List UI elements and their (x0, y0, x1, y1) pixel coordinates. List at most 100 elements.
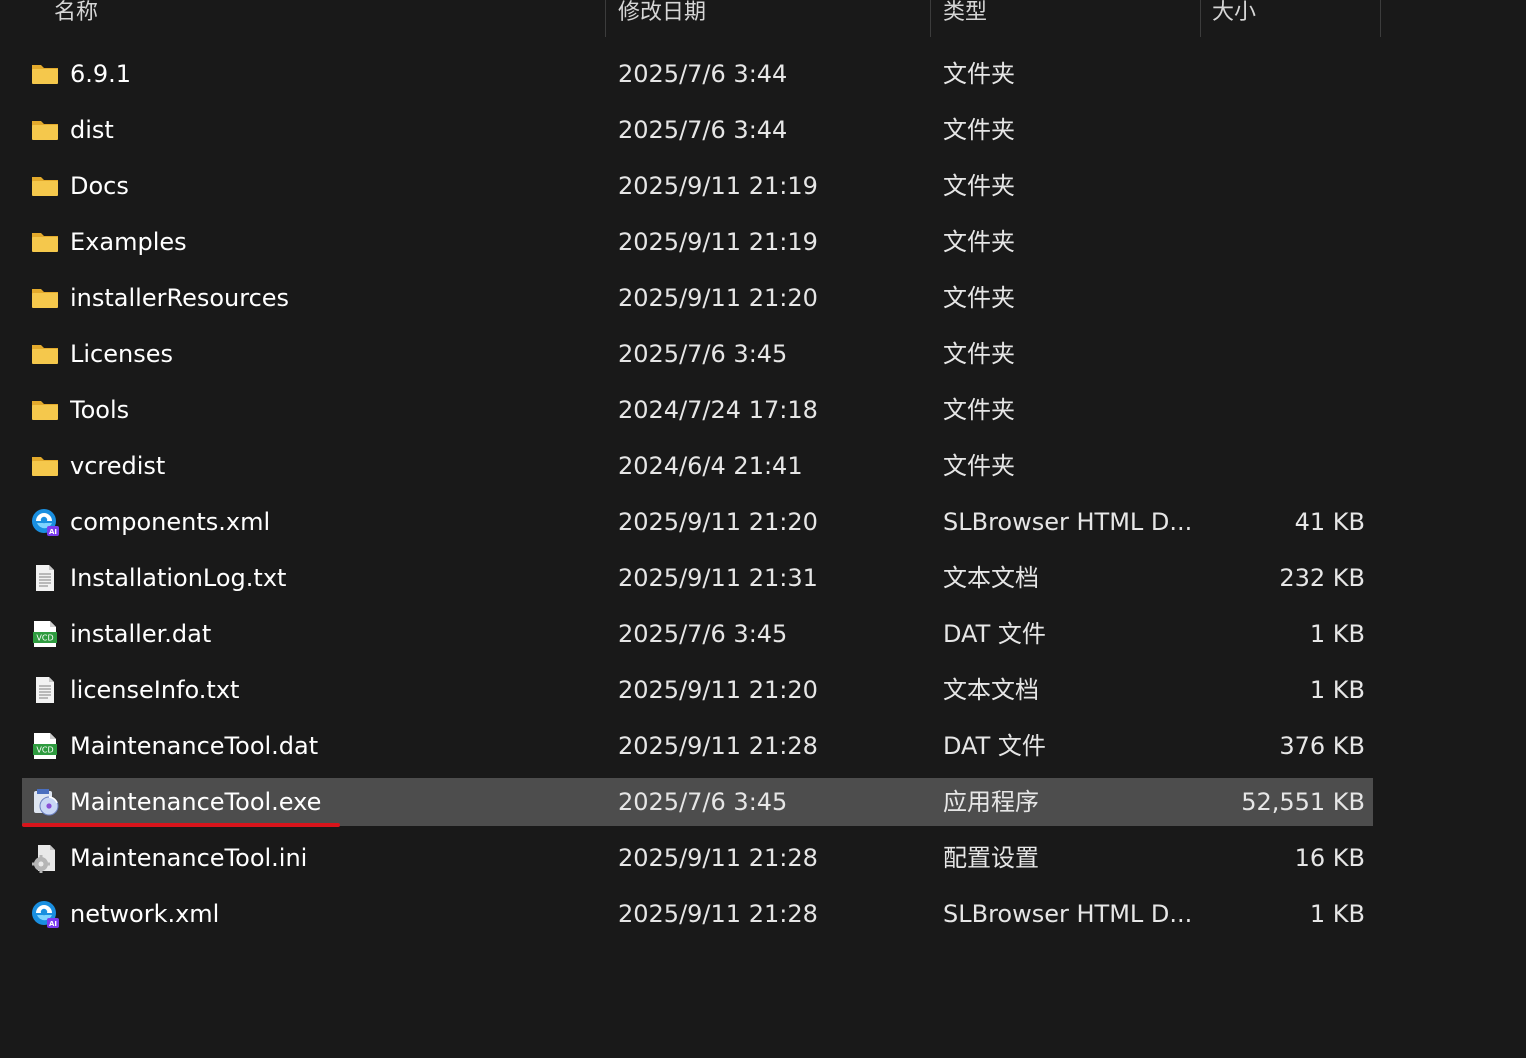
file-name: components.xml (70, 508, 271, 536)
column-header-type[interactable]: 类型 (943, 0, 1193, 36)
file-name: Docs (70, 172, 129, 200)
file-name: 6.9.1 (70, 60, 132, 88)
vcd-file-icon: VCD (30, 722, 62, 770)
file-name: MaintenanceTool.exe (70, 788, 322, 816)
svg-text:AI: AI (49, 528, 57, 536)
file-name: Licenses (70, 340, 173, 368)
file-type: DAT 文件 (943, 732, 1046, 760)
folder-icon (30, 330, 62, 378)
column-divider[interactable] (930, 0, 931, 37)
file-size (1202, 442, 1365, 490)
column-header-size[interactable]: 大小 (1212, 0, 1372, 36)
file-date: 2025/7/6 3:44 (618, 116, 788, 144)
file-row[interactable]: AI components.xml 2025/9/11 21:20 SLBrow… (22, 498, 1373, 546)
file-date: 2025/9/11 21:20 (618, 676, 818, 704)
file-date: 2025/9/11 21:19 (618, 228, 818, 256)
svg-text:VCD: VCD (36, 746, 53, 755)
folder-icon (30, 162, 62, 210)
file-type: DAT 文件 (943, 620, 1046, 648)
file-type: 文件夹 (943, 396, 1015, 424)
file-row[interactable]: licenseInfo.txt 2025/9/11 21:20 文本文档 1 K… (22, 666, 1373, 714)
file-type: SLBrowser HTML D... (943, 508, 1193, 536)
file-size: 16 KB (1294, 844, 1365, 872)
file-name: Examples (70, 228, 187, 256)
file-row[interactable]: installerResources 2025/9/11 21:20 文件夹 (22, 274, 1373, 322)
browser-html-icon: AI (30, 890, 62, 938)
file-type: 文件夹 (943, 228, 1015, 256)
column-header-date[interactable]: 修改日期 (618, 0, 918, 36)
file-date: 2025/7/6 3:45 (618, 340, 788, 368)
file-date: 2025/9/11 21:19 (618, 172, 818, 200)
file-size (1202, 386, 1365, 434)
file-type: 文件夹 (943, 284, 1015, 312)
file-date: 2025/9/11 21:20 (618, 508, 818, 536)
file-date: 2024/7/24 17:18 (618, 396, 818, 424)
column-divider[interactable] (1200, 0, 1201, 37)
file-row[interactable]: vcredist 2024/6/4 21:41 文件夹 (22, 442, 1373, 490)
file-size (1202, 106, 1365, 154)
file-row[interactable]: Examples 2025/9/11 21:19 文件夹 (22, 218, 1373, 266)
file-row-selected[interactable]: MaintenanceTool.exe 2025/7/6 3:45 应用程序 5… (22, 778, 1373, 827)
file-size: 1 KB (1309, 676, 1365, 704)
vcd-file-icon: VCD (30, 610, 62, 658)
file-date: 2024/6/4 21:41 (618, 452, 803, 480)
svg-text:VCD: VCD (36, 634, 53, 643)
file-row[interactable]: 6.9.1 2025/7/6 3:44 文件夹 (22, 50, 1373, 98)
svg-text:AI: AI (49, 920, 57, 928)
file-name: Tools (70, 396, 130, 424)
text-file-icon (30, 554, 62, 602)
text-file-icon (30, 666, 62, 714)
file-size: 52,551 KB (1241, 788, 1365, 816)
column-header-name[interactable]: 名称 (54, 0, 594, 36)
column-divider[interactable] (1380, 0, 1381, 37)
file-date: 2025/9/11 21:28 (618, 732, 818, 760)
file-name: dist (70, 116, 114, 144)
file-row[interactable]: Tools 2024/7/24 17:18 文件夹 (22, 386, 1373, 434)
file-type: 文件夹 (943, 452, 1015, 480)
file-size (1202, 50, 1365, 98)
file-size (1202, 162, 1365, 210)
folder-icon (30, 386, 62, 434)
folder-icon (30, 106, 62, 154)
file-type: 文件夹 (943, 116, 1015, 144)
file-name: installerResources (70, 284, 290, 312)
file-size: 41 KB (1294, 508, 1365, 536)
file-date: 2025/9/11 21:28 (618, 844, 818, 872)
red-underline-annotation (22, 823, 340, 827)
file-type: 文本文档 (943, 676, 1039, 704)
file-row[interactable]: Licenses 2025/7/6 3:45 文件夹 (22, 330, 1373, 378)
file-row[interactable]: dist 2025/7/6 3:44 文件夹 (22, 106, 1373, 154)
file-row[interactable]: VCD installer.dat 2025/7/6 3:45 DAT 文件 1… (22, 610, 1373, 658)
file-size: 232 KB (1279, 564, 1365, 592)
file-size (1202, 274, 1365, 322)
file-date: 2025/7/6 3:45 (618, 788, 788, 816)
folder-icon (30, 274, 62, 322)
installer-exe-icon (30, 778, 62, 826)
file-row[interactable]: VCD MaintenanceTool.dat 2025/9/11 21:28 … (22, 722, 1373, 770)
file-type: 文件夹 (943, 172, 1015, 200)
file-name: MaintenanceTool.dat (70, 732, 319, 760)
file-name: MaintenanceTool.ini (70, 844, 308, 872)
file-name: installer.dat (70, 620, 212, 648)
file-row[interactable]: MaintenanceTool.ini 2025/9/11 21:28 配置设置… (22, 834, 1373, 882)
folder-icon (30, 218, 62, 266)
file-type: 文件夹 (943, 340, 1015, 368)
file-name: licenseInfo.txt (70, 676, 240, 704)
file-date: 2025/9/11 21:31 (618, 564, 818, 592)
file-row[interactable]: AI network.xml 2025/9/11 21:28 SLBrowser… (22, 890, 1373, 938)
file-type: 应用程序 (943, 788, 1039, 816)
file-date: 2025/9/11 21:28 (618, 900, 818, 928)
file-row[interactable]: InstallationLog.txt 2025/9/11 21:31 文本文档… (22, 554, 1373, 602)
file-name: vcredist (70, 452, 166, 480)
file-row[interactable]: Docs 2025/9/11 21:19 文件夹 (22, 162, 1373, 210)
file-name: network.xml (70, 900, 220, 928)
file-type: 文件夹 (943, 60, 1015, 88)
folder-icon (30, 442, 62, 490)
file-size: 1 KB (1309, 900, 1365, 928)
file-date: 2025/7/6 3:44 (618, 60, 788, 88)
file-size: 1 KB (1309, 620, 1365, 648)
column-divider[interactable] (605, 0, 606, 37)
file-date: 2025/7/6 3:45 (618, 620, 788, 648)
file-size: 376 KB (1279, 732, 1365, 760)
file-type: 配置设置 (943, 844, 1039, 872)
